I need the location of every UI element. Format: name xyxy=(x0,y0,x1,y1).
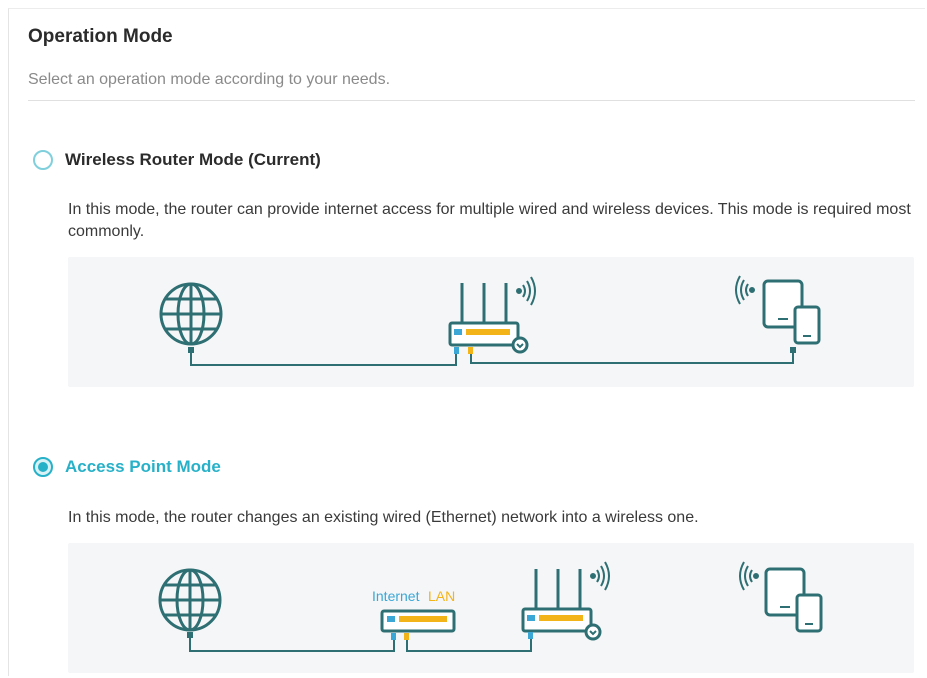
wan-port-plug xyxy=(528,632,533,639)
access-point-mode-diagram: Internet LAN xyxy=(68,543,914,673)
globe-icon xyxy=(159,282,223,346)
cable-plug-icon xyxy=(187,632,193,638)
access-point-mode-option[interactable]: Access Point Mode xyxy=(33,457,221,477)
wireless-router-mode-label[interactable]: Wireless Router Mode (Current) xyxy=(65,150,321,170)
globe-icon xyxy=(158,568,222,632)
wireless-router-mode-option[interactable]: Wireless Router Mode (Current) xyxy=(33,150,321,170)
wireless-router-mode-diagram xyxy=(68,257,914,387)
access-point-mode-description: In this mode, the router changes an exis… xyxy=(68,509,699,526)
access-point-mode-radio[interactable] xyxy=(33,457,53,477)
switch-icon xyxy=(380,609,456,633)
cable-plug-icon xyxy=(790,347,796,353)
page-subtitle: Select an operation mode according to yo… xyxy=(28,71,391,88)
internet-port-plug xyxy=(391,633,396,640)
devices-icon xyxy=(764,567,823,633)
wan-cable xyxy=(190,347,457,366)
cable-plug-icon xyxy=(188,347,194,353)
router-icon xyxy=(448,283,529,354)
wifi-signal-icon xyxy=(516,276,536,306)
wireless-router-mode-description: In this mode, the router can provide int… xyxy=(68,201,911,240)
page-title: Operation Mode xyxy=(28,26,173,47)
divider xyxy=(28,100,915,101)
access-point-mode-label[interactable]: Access Point Mode xyxy=(65,457,221,477)
devices-icon xyxy=(762,279,821,345)
lan-port-plug xyxy=(468,347,473,354)
lan-port-label: LAN xyxy=(428,588,455,604)
router-icon xyxy=(521,569,602,641)
wifi-signal-icon xyxy=(590,561,610,591)
internet-port-label: Internet xyxy=(372,588,420,604)
wireless-router-mode-radio[interactable] xyxy=(33,150,53,170)
lan-port-plug xyxy=(404,633,409,640)
lan-cable xyxy=(406,635,532,652)
wifi-signal-icon xyxy=(735,275,755,305)
wan-cable xyxy=(189,635,395,652)
wifi-signal-icon xyxy=(739,561,759,591)
wan-port-plug xyxy=(454,347,459,354)
